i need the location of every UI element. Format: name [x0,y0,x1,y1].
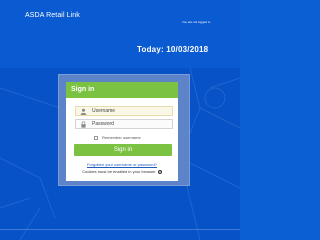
sign-in-title: Sign in [71,86,95,93]
footer-divider [0,229,240,230]
login-status: You are not logged in. [182,20,212,24]
forgot-credentials-link[interactable]: Forgotten your username or password? [66,162,178,167]
username-input[interactable] [92,107,172,115]
password-field[interactable] [75,119,173,129]
remember-username[interactable]: Remember username [94,134,141,141]
sign-in-button[interactable]: Sign in [74,144,172,156]
today-date: Today: 10/03/2018 [137,45,209,54]
login-card-header: Sign in [66,82,178,98]
app-title: ASDA Retail Link [25,12,80,19]
user-icon [80,108,87,115]
cookies-notice-text: Cookies must be enabled in your browser [82,169,156,174]
password-input[interactable] [92,120,172,128]
cookies-notice: Cookies must be enabled in your browser … [66,169,178,174]
remember-checkbox[interactable] [94,135,98,140]
login-card: Sign in Remember username Sign in Forgot… [66,82,178,181]
padlock-icon [81,121,86,128]
help-icon[interactable]: ? [157,169,162,174]
top-header: ASDA Retail Link You are not logged in. … [0,0,240,68]
username-field[interactable] [75,106,173,116]
remember-label: Remember username [102,135,141,140]
